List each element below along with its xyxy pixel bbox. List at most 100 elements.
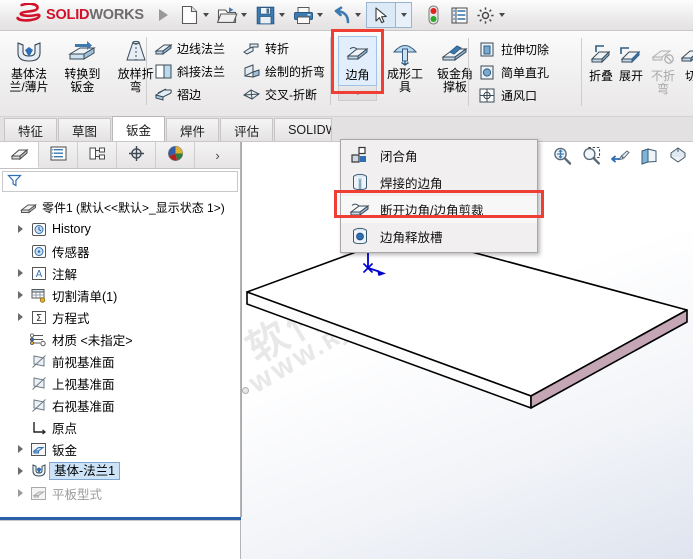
tab-weldments[interactable]: 焊件 — [166, 118, 220, 141]
flatpattern-icon — [28, 486, 49, 501]
previous-view-icon[interactable] — [609, 145, 631, 167]
forming-tool-button[interactable]: 成形工 具 — [380, 34, 430, 94]
sheetmetal-gusset-button[interactable]: 钣金角 撑板 — [430, 34, 480, 94]
menu-item-corner-relief[interactable]: 边角释放槽 — [341, 223, 537, 250]
rebuild-button[interactable] — [420, 2, 446, 28]
tree-item-equations[interactable]: Σ 方程式 — [2, 306, 240, 328]
select-tool-button[interactable] — [366, 2, 396, 28]
sketched-bend-button[interactable]: 绘制的折弯 — [241, 60, 325, 83]
tree-item-annotations-label: 注解 — [52, 267, 78, 282]
annotation-icon: A — [28, 266, 49, 281]
unfold-icon — [618, 40, 644, 70]
tree-item-flat-pattern[interactable]: 平板型式 — [2, 482, 240, 504]
tab-property-manager[interactable] — [39, 142, 78, 168]
settings-caret-icon[interactable] — [499, 13, 505, 17]
unfold-button[interactable]: 展开 — [616, 36, 646, 96]
tab-display-manager[interactable] — [156, 142, 195, 168]
save-document-caret-icon[interactable] — [279, 13, 285, 17]
expander-flat-pattern-icon[interactable] — [12, 489, 28, 497]
expander-history-icon[interactable] — [12, 225, 28, 233]
configuration-icon — [89, 146, 106, 164]
cross-break-icon — [241, 85, 261, 105]
zoom-to-fit-icon[interactable] — [551, 145, 573, 167]
jog-label: 转折 — [265, 42, 290, 56]
tab-sheetmetal[interactable]: 钣金 — [112, 116, 166, 141]
tree-item-history[interactable]: History — [2, 218, 240, 240]
tab-configuration-manager[interactable] — [78, 142, 117, 168]
view-orientation-icon[interactable] — [667, 145, 689, 167]
tree-item-top-plane[interactable]: 上视基准面 — [2, 372, 240, 394]
cut-button[interactable]: 切 — [680, 36, 693, 96]
no-bend-button[interactable]: 不折弯 — [646, 36, 680, 96]
expander-annotations-icon[interactable] — [12, 269, 28, 277]
base-flange-button[interactable]: 基体法 兰/薄片 — [4, 34, 54, 94]
tab-features[interactable]: 特征 — [4, 118, 58, 141]
simple-hole-button[interactable]: 简单直孔 — [477, 61, 549, 84]
tree-item-part-label: 零件1 (默认<<默认>_显示状态 1>) — [42, 200, 225, 215]
tree-item-origin[interactable]: 原点 — [2, 416, 240, 438]
feature-tree-filter[interactable] — [2, 171, 238, 192]
edge-flange-button[interactable]: 边线法兰 — [153, 37, 225, 60]
undo-caret-icon[interactable] — [355, 13, 361, 17]
open-document-button[interactable] — [214, 2, 240, 28]
tree-item-part[interactable]: 零件1 (默认<<默认>_显示状态 1>) — [2, 196, 240, 218]
tree-item-annotations[interactable]: A 注解 — [2, 262, 240, 284]
display-panel-button[interactable] — [446, 2, 472, 28]
tree-item-base-flange[interactable]: 基体-法兰1 — [2, 460, 240, 482]
tree-item-front-plane[interactable]: 前视基准面 — [2, 350, 240, 372]
select-tool-caret-icon[interactable] — [396, 2, 412, 28]
jog-button[interactable]: 转折 — [241, 37, 325, 60]
open-document-caret-icon[interactable] — [241, 13, 247, 17]
zoom-to-area-icon[interactable] — [580, 145, 602, 167]
new-document-caret-icon[interactable] — [203, 13, 209, 17]
fold-button[interactable]: 折叠 — [586, 36, 616, 96]
undo-button[interactable] — [328, 2, 354, 28]
expander-equations-icon[interactable] — [12, 313, 28, 321]
print-document-button[interactable] — [290, 2, 316, 28]
cross-break-button[interactable]: 交叉-折断 — [241, 83, 325, 106]
ribbon-separator-1 — [146, 37, 147, 105]
tab-dimxpert-manager[interactable] — [117, 142, 156, 168]
expander-sheetmetal-icon[interactable] — [12, 445, 28, 453]
lofted-bend-label-l2: 弯 — [129, 80, 142, 94]
svg-text:Σ: Σ — [35, 313, 41, 324]
vent-button[interactable]: 通风口 — [477, 84, 549, 107]
menu-expand-icon[interactable] — [159, 9, 168, 21]
tree-item-cutlist[interactable]: 切割清单(1) — [2, 284, 240, 306]
hem-button[interactable]: 褶边 — [153, 83, 225, 106]
plane-icon — [28, 376, 49, 391]
feature-manager-tabs-overflow[interactable]: › — [195, 142, 240, 168]
settings-gear-button[interactable] — [472, 2, 498, 28]
base-flange-label-l2: 兰/薄片 — [9, 80, 49, 94]
property-list-icon — [50, 146, 67, 164]
fold-icon — [588, 40, 614, 70]
print-document-caret-icon[interactable] — [317, 13, 323, 17]
viewport-resize-handle[interactable] — [242, 387, 249, 394]
corner-dropdown-toggle[interactable] — [338, 86, 377, 101]
plane-icon — [28, 354, 49, 369]
tree-item-sheetmetal[interactable]: 钣金 — [2, 438, 240, 460]
convert-to-sheetmetal-icon — [67, 38, 97, 68]
miter-flange-button[interactable]: 斜接法兰 — [153, 60, 225, 83]
ribbon-separator-2 — [330, 37, 331, 105]
extruded-cut-label: 拉伸切除 — [501, 43, 550, 57]
extruded-cut-button[interactable]: 拉伸切除 — [477, 38, 549, 61]
section-view-icon[interactable] — [638, 145, 660, 167]
viewport-left-border — [241, 142, 242, 517]
tree-item-right-plane[interactable]: 右视基准面 — [2, 394, 240, 416]
menu-item-closed-corner[interactable]: 闭合角 — [341, 142, 537, 169]
tree-item-material[interactable]: 材质 <未指定> — [2, 328, 240, 350]
tab-feature-manager[interactable] — [0, 142, 39, 168]
convert-to-sheetmetal-button[interactable]: 转换到 钣金 — [57, 34, 107, 94]
expander-cutlist-icon[interactable] — [12, 291, 28, 299]
tree-item-sensors[interactable]: 传感器 — [2, 240, 240, 262]
corner-button[interactable]: 边角 — [338, 36, 377, 86]
expander-base-flange-icon[interactable] — [12, 467, 28, 475]
menu-item-welded-corner[interactable]: 焊接的边角 — [341, 169, 537, 196]
tab-sketch[interactable]: 草图 — [58, 118, 112, 141]
save-document-button[interactable] — [252, 2, 278, 28]
tab-solidworks-addins[interactable]: SOLIDWORKS — [274, 118, 333, 141]
new-document-button[interactable] — [176, 2, 202, 28]
menu-item-break-corner[interactable]: 断开边角/边角剪裁 — [341, 196, 537, 223]
tab-evaluate[interactable]: 评估 — [220, 118, 274, 141]
